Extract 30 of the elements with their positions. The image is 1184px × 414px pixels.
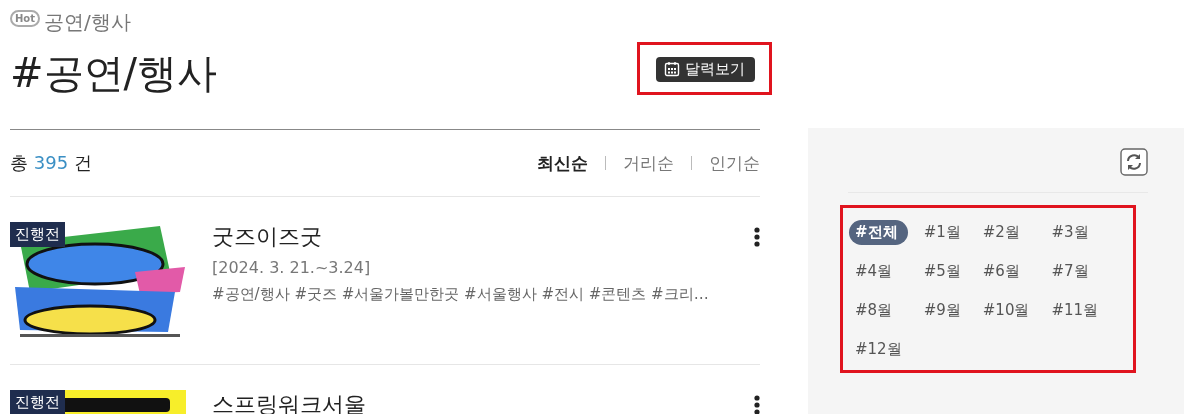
month-filter[interactable]: #8월 [849,298,908,323]
more-icon[interactable] [754,227,760,247]
category-label: 공연/행사 [44,8,131,36]
sort-option[interactable]: 인기순 [709,151,760,175]
event-tags: #공연/행사 #굿즈 #서울가볼만한곳 #서울행사 #전시 #콘텐츠 #크리… [212,285,709,304]
hot-badge: Hot [10,9,41,27]
month-filter[interactable]: #12월 [849,337,908,362]
status-badge: 진행전 [10,390,65,414]
status-badge: 진행전 [10,222,65,247]
sort-option[interactable]: 거리순 [623,151,674,175]
sort-option[interactable]: 최신순 [537,151,588,175]
calendar-icon [664,61,680,77]
event-date: [2024. 3. 21.~3.24] [212,258,371,277]
event-title[interactable]: 굿즈이즈굿 [212,222,322,252]
month-filter[interactable]: #6월 [976,259,1036,284]
month-filter[interactable]: #10월 [976,298,1036,323]
month-filter[interactable]: #3월 [1045,220,1105,245]
month-filter[interactable]: #9월 [917,298,967,323]
total-count: 총 395 건 [10,151,92,175]
calendar-button[interactable]: 달력보기 [656,56,755,82]
more-icon[interactable] [754,395,760,414]
month-filter[interactable]: #7월 [1045,259,1105,284]
month-filter[interactable]: #1월 [917,220,967,245]
month-filter[interactable]: #2월 [976,220,1036,245]
refresh-icon[interactable] [1120,148,1148,176]
month-filter[interactable]: #전체 [849,220,908,245]
month-filter[interactable]: #11월 [1045,298,1105,323]
month-filter[interactable]: #4월 [849,259,908,284]
month-filter[interactable]: #5월 [917,259,967,284]
page-title: #공연/행사 [10,48,217,98]
